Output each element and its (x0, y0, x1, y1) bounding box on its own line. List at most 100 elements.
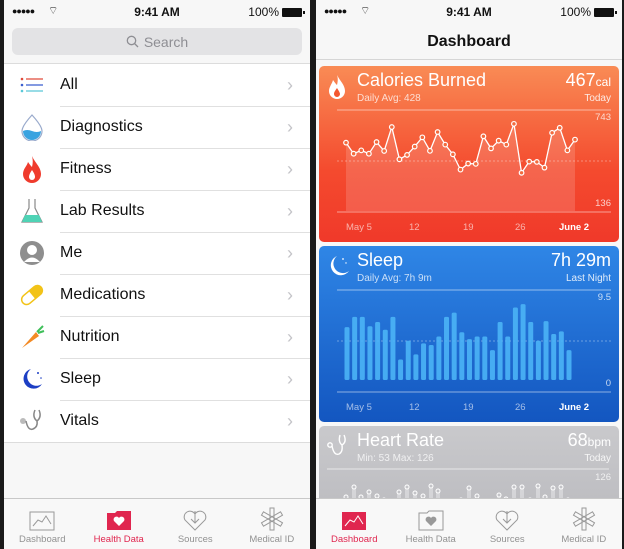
status-bar: ●●●●● ⌔ 9:41 AM 100% (4, 0, 310, 24)
battery-percent: 100% (248, 5, 279, 19)
tab-dashboard[interactable]: Dashboard (4, 499, 81, 549)
calories-point (572, 136, 578, 143)
calories-point (388, 124, 395, 130)
calories-point (465, 160, 472, 167)
category-fitness[interactable]: Fitness › (4, 148, 310, 190)
category-medications[interactable]: Medications › (4, 274, 310, 316)
category-me[interactable]: Me › (4, 232, 310, 274)
category-label: All (60, 76, 78, 93)
category-diagnostics[interactable]: Diagnostics › (4, 106, 310, 148)
tab-health-data[interactable]: Health Data (81, 499, 158, 549)
category-label: Me (60, 244, 83, 261)
x-tick-label: 19 (463, 222, 474, 233)
sleep-bar (482, 336, 488, 380)
category-label: Vitals (60, 412, 99, 429)
tab-sources[interactable]: Sources (469, 499, 546, 549)
calories-point (358, 147, 365, 154)
heart-rate-point (511, 484, 517, 490)
sleep-chart (337, 289, 611, 393)
heart-rate-chart (327, 468, 609, 506)
tab-medical-id[interactable]: Medical ID (546, 499, 623, 549)
list-icon (20, 77, 43, 93)
battery-icon (282, 7, 305, 17)
calories-point (472, 160, 479, 167)
health-data-screen: ●●●●● ⌔ 9:41 AM 100% Search All › Diagno… (4, 0, 310, 549)
sleep-bar (566, 350, 572, 380)
search-input[interactable]: Search (12, 28, 302, 55)
sources-heart-icon (495, 510, 519, 531)
calories-point (449, 151, 456, 158)
heart-rate-point (550, 485, 556, 491)
category-label: Sleep (60, 370, 101, 387)
sleep-bar (551, 333, 557, 380)
calories-point (419, 134, 426, 141)
x-tick-label: May 5 (346, 222, 372, 233)
chevron-right-icon: › (287, 410, 293, 431)
category-all[interactable]: All › (4, 64, 310, 106)
x-tick-label: 12 (409, 402, 420, 413)
sleep-bar (436, 336, 442, 380)
sleep-bar (359, 316, 365, 380)
sleep-bar (382, 329, 388, 380)
tab-dashboard[interactable]: Dashboard (316, 499, 393, 549)
sleep-bar (497, 322, 503, 380)
calories-point (404, 152, 410, 158)
x-tick-label: 26 (515, 402, 526, 413)
sleep-bar (405, 340, 411, 380)
sleep-bar (512, 307, 518, 380)
chevron-right-icon: › (287, 158, 293, 179)
heart-rate-point (404, 484, 410, 490)
calories-card[interactable]: Calories Burned Daily Avg: 428 467cal To… (319, 66, 619, 242)
calories-point (503, 141, 510, 148)
calories-point (366, 150, 372, 157)
heart-rate-card[interactable]: Heart Rate Min: 53 Max: 126 68bpm Today … (319, 426, 619, 506)
tab-health-data[interactable]: Health Data (393, 499, 470, 549)
calories-point (411, 143, 418, 150)
category-list: All › Diagnostics › Fitness › Lab Result… (4, 63, 310, 443)
category-label: Nutrition (60, 328, 120, 345)
x-axis-labels: May 5 12 19 26 June 2 (319, 222, 619, 234)
water-drop-icon (21, 114, 43, 141)
chevron-right-icon: › (287, 74, 293, 95)
sleep-bar (535, 340, 541, 380)
moon-icon (23, 369, 42, 389)
sleep-bar (413, 354, 419, 380)
stethoscope-icon (20, 409, 41, 431)
chevron-right-icon: › (287, 368, 293, 389)
heart-rate-point (366, 489, 372, 495)
heart-rate-point (519, 484, 525, 490)
sleep-bar (390, 316, 396, 380)
flame-icon (23, 156, 41, 183)
sleep-bar (344, 327, 350, 380)
medical-star-icon (260, 507, 283, 531)
category-label: Medications (60, 286, 146, 303)
dashboard-screen: ●●●●● ⌔ 9:41 AM 100% Dashboard Calories … (316, 0, 622, 549)
category-sleep[interactable]: Sleep › (4, 358, 310, 400)
calories-point (343, 139, 349, 146)
heart-rate-point (535, 483, 541, 489)
health-folder-icon (106, 511, 131, 530)
category-vitals[interactable]: Vitals › (4, 400, 310, 442)
chevron-right-icon: › (287, 326, 293, 347)
heart-rate-point (558, 484, 564, 490)
sleep-bar (459, 332, 465, 380)
category-lab-results[interactable]: Lab Results › (4, 190, 310, 232)
calories-point (495, 137, 502, 144)
calories-point (564, 147, 571, 154)
sleep-bar (558, 331, 564, 380)
status-bar: ●●●●● ⌔ 9:41 AM 100% (316, 0, 622, 24)
tab-sources[interactable]: Sources (157, 499, 234, 549)
category-nutrition[interactable]: Nutrition › (4, 316, 310, 358)
calories-point (480, 133, 487, 140)
heart-rate-point (496, 492, 502, 498)
chevron-right-icon: › (287, 284, 293, 305)
sleep-card[interactable]: Sleep Daily Avg: 7h 9m 7h 29m Last Night… (319, 246, 619, 422)
heart-rate-point (351, 484, 357, 490)
x-tick-label: 19 (463, 402, 474, 413)
tab-medical-id[interactable]: Medical ID (234, 499, 311, 549)
tab-label: Medical ID (249, 534, 295, 545)
sleep-bar (528, 322, 534, 380)
pill-icon (20, 284, 44, 306)
tab-label: Dashboard (331, 534, 378, 545)
sleep-bar (367, 326, 373, 380)
